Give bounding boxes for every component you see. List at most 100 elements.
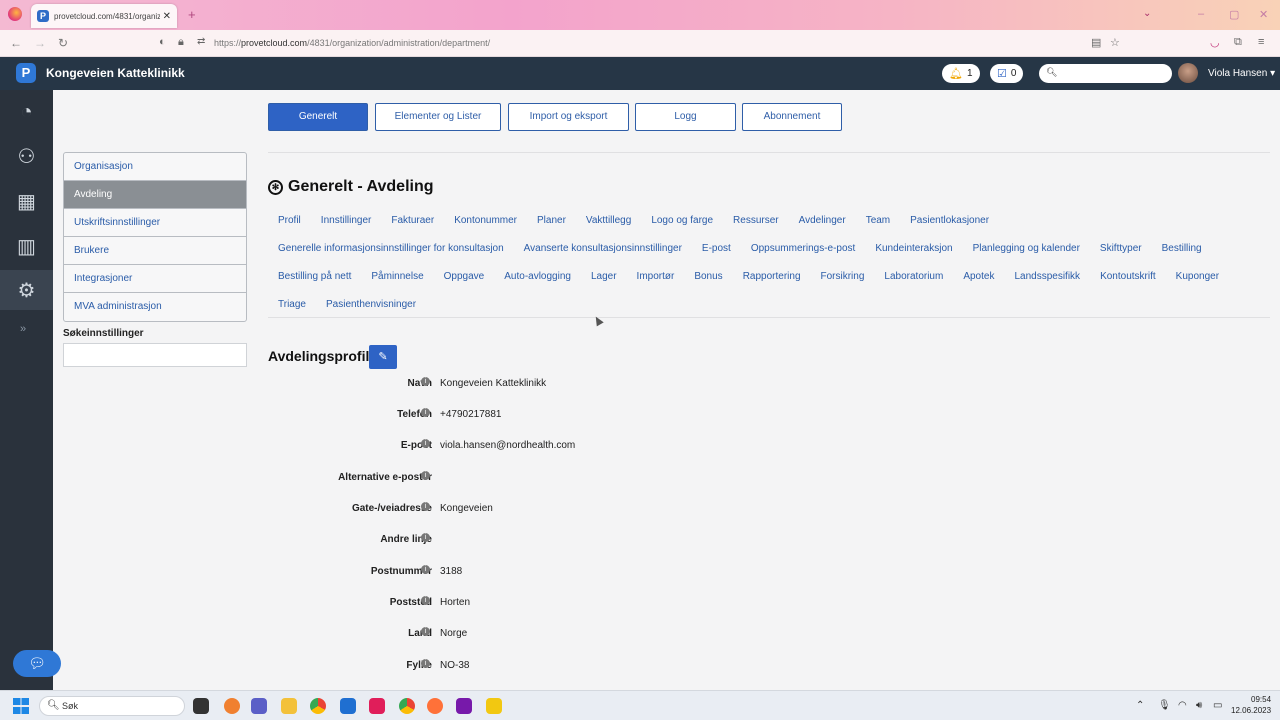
settings-link[interactable]: Oppgave <box>434 271 495 282</box>
chat-support-button[interactable]: 💬︎ <box>13 650 61 677</box>
wifi-icon[interactable]: ◠ <box>1178 700 1187 711</box>
windows-start-icon[interactable] <box>13 698 29 714</box>
dashboard-icon[interactable]: ◔ <box>0 92 53 132</box>
settings-link[interactable]: Landsspesifikk <box>1004 271 1090 282</box>
bookmark-star-icon[interactable]: ☆ <box>1110 36 1120 49</box>
avatar[interactable] <box>1178 63 1198 83</box>
task-view-icon[interactable] <box>193 698 209 714</box>
settings-link[interactable]: Auto-avlogging <box>494 271 581 282</box>
close-tab-icon[interactable]: ✕ <box>163 11 171 22</box>
firefox-taskbar-icon[interactable] <box>427 698 443 714</box>
info-icon[interactable]: i <box>421 596 430 605</box>
reload-icon[interactable]: ↻ <box>58 36 68 50</box>
file-explorer-icon[interactable] <box>281 698 297 714</box>
settings-link[interactable]: Kontoutskrift <box>1090 271 1166 282</box>
settings-link[interactable]: Kundeinteraksjon <box>865 243 962 254</box>
settings-link[interactable]: Innstillinger <box>311 215 382 226</box>
user-menu[interactable]: Viola Hansen ▾ <box>1208 68 1275 79</box>
info-icon[interactable]: i <box>421 377 430 386</box>
info-icon[interactable]: i <box>421 533 430 542</box>
settings-link[interactable]: Rapportering <box>733 271 811 282</box>
info-icon[interactable]: i <box>421 659 430 668</box>
subnav-item-brukere[interactable]: Brukere <box>64 237 246 265</box>
reports-icon[interactable]: ▥ <box>0 226 53 266</box>
settings-link[interactable]: Laboratorium <box>874 271 953 282</box>
browser-tab[interactable]: P provetcloud.com/4831/organiz ✕ <box>31 4 177 28</box>
settings-link[interactable]: Importør <box>627 271 685 282</box>
tasks-button[interactable]: ☑ 0 <box>990 64 1024 83</box>
settings-link[interactable]: Bestilling på nett <box>268 271 361 282</box>
settings-link[interactable]: Profil <box>268 215 311 226</box>
tab-abonnement-button[interactable]: Abonnement <box>742 103 842 131</box>
settings-link[interactable]: Ressurser <box>723 215 789 226</box>
tab-generelt-button[interactable]: Generelt <box>268 103 368 131</box>
subnav-item-integrasjoner[interactable]: Integrasjoner <box>64 265 246 293</box>
settings-link[interactable]: Avdelinger <box>789 215 856 226</box>
settings-link[interactable]: Påminnelse <box>361 271 433 282</box>
settings-link[interactable]: Logo og farge <box>641 215 723 226</box>
pocket-icon[interactable]: ◡ <box>1210 36 1220 49</box>
tray-chevron-icon[interactable]: ⌃ <box>1136 700 1144 711</box>
close-window-icon[interactable]: ✕ <box>1259 8 1268 21</box>
settings-link[interactable]: Generelle informasjonsinnstillinger for … <box>268 243 514 254</box>
subnav-item-organisasjon[interactable]: Organisasjon <box>64 153 246 181</box>
tab-list-chevron-icon[interactable]: ⌄ <box>1143 8 1151 19</box>
settings-link[interactable]: Planer <box>527 215 576 226</box>
clients-icon[interactable]: ⚇ <box>0 136 53 176</box>
settings-link[interactable]: Vakttillegg <box>576 215 641 226</box>
taskbar-clock[interactable]: 09:54 12.06.2023 <box>1231 694 1271 716</box>
settings-gear-icon[interactable]: ⚙ <box>0 270 53 310</box>
info-icon[interactable]: i <box>421 439 430 448</box>
permissions-icon[interactable]: ⇄ <box>197 36 205 47</box>
expand-rail-icon[interactable]: » <box>20 323 26 335</box>
edit-profile-button[interactable]: ✎ <box>369 345 397 369</box>
settings-link[interactable]: Planlegging og kalender <box>963 243 1090 254</box>
chrome-profile-icon[interactable] <box>399 698 415 714</box>
provet-logo-icon[interactable]: P <box>16 63 36 83</box>
settings-link[interactable]: Bonus <box>684 271 732 282</box>
info-icon[interactable]: i <box>421 471 430 480</box>
teams-icon[interactable] <box>251 698 267 714</box>
forward-icon[interactable]: → <box>34 36 46 50</box>
clinic-name[interactable]: Kongeveien Katteklinikk <box>46 66 185 80</box>
slack-icon[interactable] <box>369 698 385 714</box>
maximize-icon[interactable]: ▢ <box>1229 8 1239 21</box>
subnav-item-mva-administrasjon[interactable]: MVA administrasjon <box>64 293 246 321</box>
search-settings-input[interactable] <box>63 343 247 367</box>
settings-link[interactable]: Apotek <box>953 271 1004 282</box>
info-icon[interactable]: i <box>421 627 430 636</box>
menu-icon[interactable]: ≡ <box>1258 36 1264 48</box>
notifications-button[interactable]: 🔔︎ 1 <box>942 64 980 83</box>
store-icon[interactable] <box>340 698 356 714</box>
subnav-item-avdeling[interactable]: Avdeling <box>64 181 246 209</box>
settings-link[interactable]: Bestilling <box>1152 243 1212 254</box>
app-orange-icon[interactable] <box>224 698 240 714</box>
address-bar[interactable]: https://provetcloud.com/4831/organizatio… <box>214 38 490 48</box>
settings-link[interactable]: Pasienthenvisninger <box>316 299 426 310</box>
calendar-icon[interactable]: ▦ <box>0 181 53 221</box>
settings-link[interactable]: Lager <box>581 271 627 282</box>
minimize-icon[interactable]: – <box>1198 8 1204 20</box>
chrome-icon[interactable] <box>310 698 326 714</box>
taskbar-search-input[interactable]: 🔍︎ Søk <box>39 696 185 716</box>
subnav-item-utskriftsinnstillinger[interactable]: Utskriftsinnstillinger <box>64 209 246 237</box>
global-search-input[interactable]: 🔍︎ <box>1039 64 1172 83</box>
battery-icon[interactable]: ▭ <box>1213 700 1222 711</box>
back-icon[interactable]: ← <box>10 36 22 50</box>
settings-link[interactable]: Avanserte konsultasjonsinnstillinger <box>514 243 692 254</box>
settings-link[interactable]: Triage <box>268 299 316 310</box>
settings-link[interactable]: Team <box>856 215 900 226</box>
onenote-icon[interactable] <box>456 698 472 714</box>
tab-import-og-eksport-button[interactable]: Import og eksport <box>508 103 629 131</box>
extensions-icon[interactable]: ⧉ <box>1234 36 1242 49</box>
settings-link[interactable]: Oppsummerings-e-post <box>741 243 865 254</box>
info-icon[interactable]: i <box>421 565 430 574</box>
settings-link[interactable]: Kuponger <box>1166 271 1229 282</box>
firefox-icon[interactable] <box>8 7 22 21</box>
info-icon[interactable]: i <box>421 502 430 511</box>
volume-icon[interactable]: 🔊︎ <box>1196 700 1202 711</box>
tab-elementer-og-lister-button[interactable]: Elementer og Lister <box>375 103 501 131</box>
settings-link[interactable]: Fakturaer <box>381 215 444 226</box>
settings-link[interactable]: E-post <box>692 243 741 254</box>
new-tab-icon[interactable]: + <box>188 7 196 22</box>
